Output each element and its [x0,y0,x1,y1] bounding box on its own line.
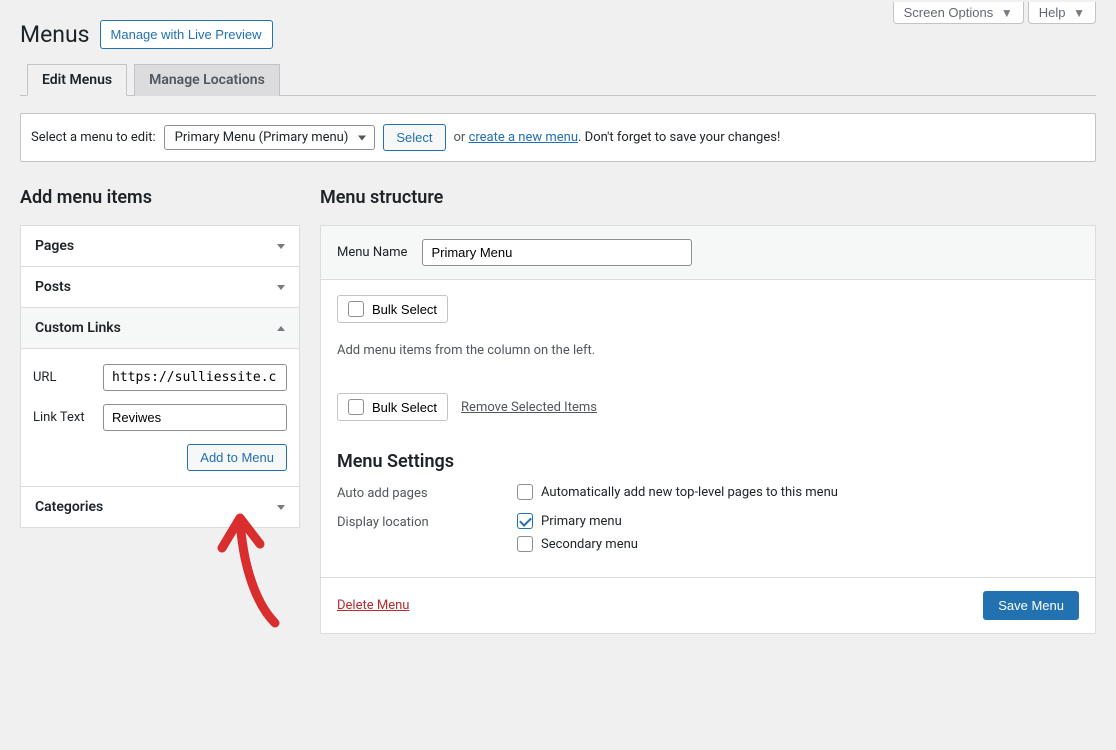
menu-select-dropdown[interactable]: Primary Menu (Primary menu) [164,125,376,150]
checkbox-icon [348,399,364,415]
secondary-menu-checkbox[interactable]: Secondary menu [517,536,1079,552]
primary-menu-checkbox[interactable]: Primary menu [517,513,1079,529]
panel-categories[interactable]: Categories [21,487,299,527]
caret-down-icon: ▼ [1073,6,1085,20]
help-button[interactable]: Help ▼ [1028,2,1096,24]
auto-add-pages-label: Auto add pages [337,484,517,507]
add-to-menu-button[interactable]: Add to Menu [187,444,287,471]
caret-down-icon [277,285,285,290]
add-menu-items-heading: Add menu items [20,187,300,208]
checkbox-icon [348,301,364,317]
nav-tabs: Edit Menus Manage Locations [20,64,1096,96]
empty-hint: Add menu items from the column on the le… [337,343,1079,358]
bulk-select-button-top[interactable]: Bulk Select [337,295,448,323]
checkbox-icon [517,536,533,552]
menu-select-value: Primary Menu (Primary menu) [175,130,349,145]
remove-selected-link[interactable]: Remove Selected Items [461,400,597,415]
url-input[interactable] [103,364,287,391]
or-text: or [454,130,466,145]
caret-down-icon [277,244,285,249]
caret-up-icon [277,326,285,331]
select-menu-button[interactable]: Select [383,124,445,151]
checkbox-checked-icon [517,513,533,529]
reminder-text: . Don't forget to save your changes! [578,130,780,145]
menu-name-label: Menu Name [337,245,407,260]
page-title: Menus [20,21,90,48]
panel-custom-links-label: Custom Links [35,320,121,336]
menu-name-input[interactable] [422,239,692,266]
bulk-select-label: Bulk Select [372,400,437,415]
caret-down-icon [277,505,285,510]
screen-options-button[interactable]: Screen Options ▼ [893,2,1024,24]
panel-posts[interactable]: Posts [21,267,299,307]
tab-manage-locations[interactable]: Manage Locations [134,64,280,96]
bulk-select-label: Bulk Select [372,302,437,317]
link-text-label: Link Text [33,410,103,425]
save-menu-button[interactable]: Save Menu [983,591,1079,620]
panel-categories-label: Categories [35,499,103,515]
create-new-menu-link[interactable]: create a new menu [469,130,578,145]
display-location-label: Display location [337,513,517,559]
delete-menu-link[interactable]: Delete Menu [337,598,409,613]
panel-pages[interactable]: Pages [21,226,299,266]
primary-menu-label: Primary menu [541,514,622,529]
caret-down-icon: ▼ [1001,6,1013,20]
panel-pages-label: Pages [35,238,74,254]
url-label: URL [33,370,103,385]
auto-add-pages-option-label: Automatically add new top-level pages to… [541,485,838,500]
checkbox-icon [517,484,533,500]
menu-select-label: Select a menu to edit: [31,130,156,145]
bulk-select-button-bottom[interactable]: Bulk Select [337,393,448,421]
panel-posts-label: Posts [35,279,71,295]
screen-options-label: Screen Options [904,5,994,20]
auto-add-pages-checkbox[interactable]: Automatically add new top-level pages to… [517,484,1079,500]
menu-structure-heading: Menu structure [320,187,1096,208]
panel-custom-links[interactable]: Custom Links [21,308,299,349]
help-label: Help [1039,5,1066,20]
link-text-input[interactable] [103,404,287,431]
menu-settings-heading: Menu Settings [337,451,1079,472]
tab-edit-menus[interactable]: Edit Menus [27,64,127,96]
manage-live-preview-button[interactable]: Manage with Live Preview [100,20,273,49]
secondary-menu-label: Secondary menu [541,537,638,552]
